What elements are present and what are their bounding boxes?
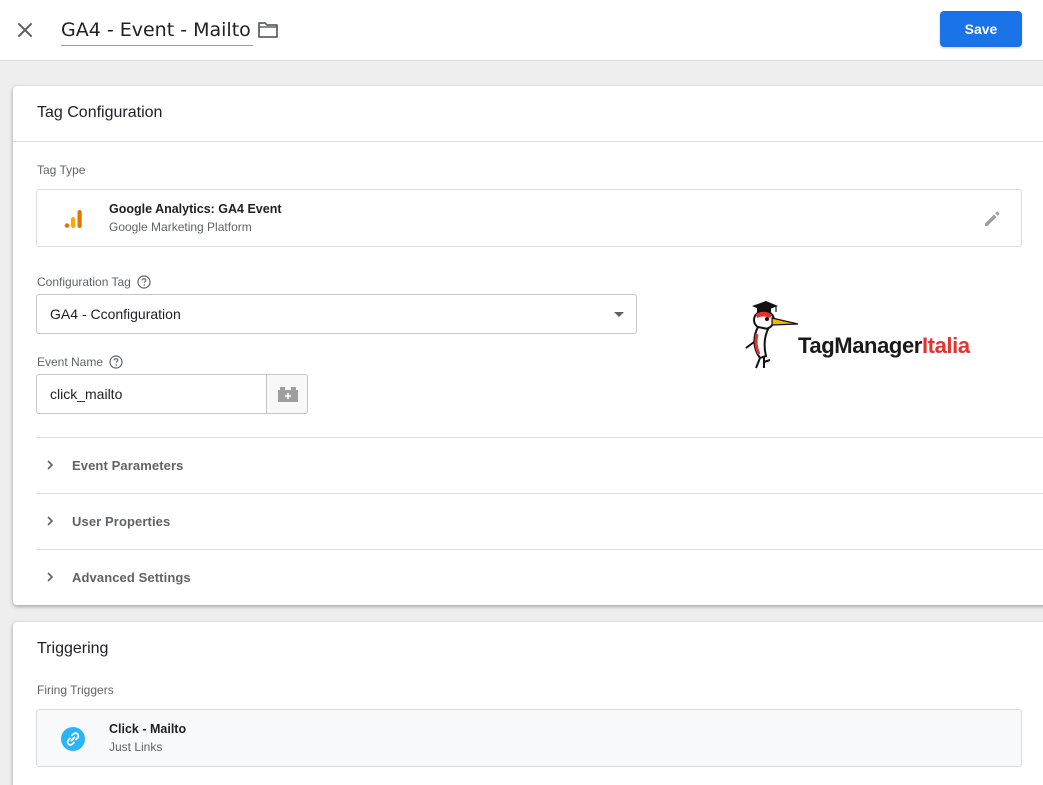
chevron-right-icon <box>47 460 54 470</box>
logo-text-accent: Italia <box>921 333 970 358</box>
logo-wordmark: TagManagerItalia <box>798 334 970 358</box>
configuration-tag-label: Configuration Tag <box>37 275 151 289</box>
tag-type-label: Tag Type <box>37 163 86 177</box>
woodpecker-mascot-icon <box>745 301 799 369</box>
variable-brick-icon <box>278 387 298 402</box>
triggering-header: Triggering <box>37 640 109 657</box>
section-advanced-settings[interactable]: Advanced Settings <box>36 549 1043 605</box>
configuration-tag-label-text: Configuration Tag <box>37 275 131 289</box>
analytics-bars-icon <box>61 207 85 231</box>
trigger-item[interactable]: Click - Mailto Just Links <box>36 709 1022 767</box>
section-event-parameters[interactable]: Event Parameters <box>36 437 1043 493</box>
tag-type-box[interactable]: Google Analytics: GA4 Event Google Marke… <box>36 189 1022 247</box>
tag-title: GA4 - Event - Mailto <box>61 19 251 41</box>
help-icon[interactable] <box>137 275 151 289</box>
folder-icon[interactable] <box>256 19 280 41</box>
tag-name-field[interactable]: GA4 - Event - Mailto <box>61 16 253 46</box>
section-label: Event Parameters <box>72 458 184 473</box>
trigger-name: Click - Mailto <box>109 722 187 736</box>
triggering-card: Triggering Firing Triggers Click - Mailt… <box>13 622 1043 785</box>
chevron-right-icon <box>47 516 54 526</box>
save-button[interactable]: Save <box>940 11 1022 47</box>
configuration-tag-value: GA4 - Cconfiguration <box>50 306 181 322</box>
top-bar: GA4 - Event - Mailto Save <box>0 0 1043 61</box>
configuration-tag-select[interactable]: GA4 - Cconfiguration <box>36 294 637 334</box>
help-icon[interactable] <box>109 355 123 369</box>
section-label: Advanced Settings <box>72 570 191 585</box>
caret-down-icon <box>614 312 624 317</box>
event-name-input[interactable] <box>36 374 267 414</box>
tag-type-platform: Google Marketing Platform <box>109 220 252 234</box>
logo-text-main: TagManager <box>798 333 922 358</box>
close-icon[interactable] <box>14 19 36 41</box>
tag-configuration-header: Tag Configuration <box>37 104 163 121</box>
pencil-icon[interactable] <box>981 208 1003 230</box>
event-name-label: Event Name <box>37 355 123 369</box>
firing-triggers-label: Firing Triggers <box>37 683 114 697</box>
chevron-right-icon <box>47 572 54 582</box>
divider <box>13 141 1043 142</box>
section-label: User Properties <box>72 514 171 529</box>
section-user-properties[interactable]: User Properties <box>36 493 1043 549</box>
event-name-label-text: Event Name <box>37 355 104 369</box>
variable-picker-button[interactable] <box>266 374 308 414</box>
link-icon <box>61 727 85 751</box>
trigger-type: Just Links <box>109 740 163 754</box>
tag-type-name: Google Analytics: GA4 Event <box>109 202 282 216</box>
tagmanageritalia-logo: TagManagerItalia <box>742 298 1004 370</box>
